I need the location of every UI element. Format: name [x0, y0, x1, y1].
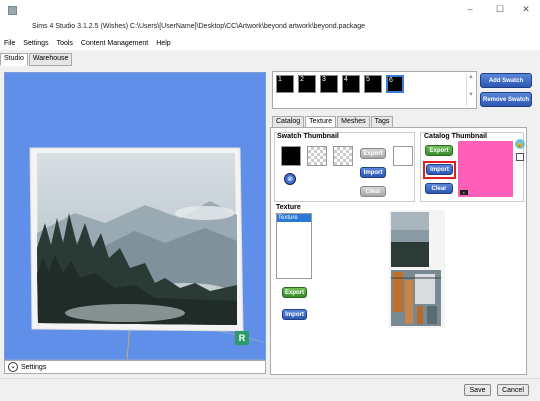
remove-color-icon[interactable]: ⊗	[284, 173, 296, 185]
menu-bar: File Settings Tools Content Management H…	[0, 36, 540, 50]
catalog-thumbnail-title: Catalog Thumbnail	[424, 133, 487, 140]
swatch-thumbnail-clear-button[interactable]: Clear	[360, 186, 386, 197]
swatch-3[interactable]: 3	[320, 75, 338, 93]
app-icon	[8, 6, 17, 15]
swatch-4[interactable]: 4	[342, 75, 360, 93]
settings-label: Settings	[21, 363, 47, 371]
swatch-thumbnail-export-button[interactable]: Export	[360, 148, 386, 159]
swatch-color-black[interactable]	[281, 146, 301, 166]
catalog-thumbnail-import-button[interactable]: Import	[426, 164, 453, 175]
swatch-thumbnail-group: Swatch Thumbnail Export Import ⊗ Clear	[274, 132, 415, 202]
swatch-color-transparent-1[interactable]	[307, 146, 327, 166]
swatch-color-transparent-2[interactable]	[333, 146, 353, 166]
menu-tools[interactable]: Tools	[53, 40, 77, 47]
texture-title: Texture	[276, 204, 301, 211]
texture-list-item[interactable]: Texture	[277, 214, 311, 222]
window-title: Sims 4 Studio 3.1.2.5 (Wishes) C:\Users\…	[32, 23, 366, 30]
title-bar: Sims 4 Studio 3.1.2.5 (Wishes) C:\Users\…	[0, 0, 540, 36]
catalog-thumbnail-export-button[interactable]: Export	[425, 145, 453, 156]
main-tabs: Studio Warehouse	[0, 53, 73, 66]
swatch-1[interactable]: 1	[276, 75, 294, 93]
menu-content-management[interactable]: Content Management	[77, 40, 152, 47]
settings-bar[interactable]: ⌄ Settings	[4, 360, 266, 374]
swatch-2[interactable]: 2	[298, 75, 316, 93]
save-button[interactable]: Save	[464, 384, 491, 396]
lock-checkbox[interactable]	[516, 153, 524, 161]
tab-studio[interactable]: Studio	[0, 53, 28, 66]
swatch-6[interactable]: 6	[386, 75, 404, 93]
swatch-thumbnail-import-button[interactable]: Import	[360, 167, 386, 178]
texture-export-button[interactable]: Export	[282, 287, 307, 298]
catalog-thumbnail-clear-button[interactable]: Clear	[425, 183, 453, 194]
texture-panel: Swatch Thumbnail Export Import ⊗ Clear C…	[270, 127, 527, 375]
swatch-thumbnail-title: Swatch Thumbnail	[277, 133, 339, 140]
remove-swatch-button[interactable]: Remove Swatch	[480, 92, 532, 107]
catalog-thumbnail-preview: ▪	[458, 141, 513, 197]
swatch-scrollbar[interactable]: ▲ ▼	[466, 74, 475, 106]
footer: Save Cancel	[0, 378, 540, 401]
painting-preview-image	[29, 147, 265, 359]
thumbnail-tag-icon: ▪	[460, 190, 468, 195]
texture-import-button[interactable]: Import	[282, 309, 307, 320]
menu-settings[interactable]: Settings	[19, 40, 52, 47]
menu-help[interactable]: Help	[152, 40, 174, 47]
add-swatch-button[interactable]: Add Swatch	[480, 73, 532, 88]
swatch-5[interactable]: 5	[364, 75, 382, 93]
orientation-badge: R	[235, 331, 249, 345]
texture-map-preview	[389, 210, 445, 328]
chevron-down-icon[interactable]: ⌄	[8, 362, 18, 372]
texture-list[interactable]: Texture	[276, 213, 312, 279]
swatch-thumbnail-preview	[393, 146, 413, 166]
menu-file[interactable]: File	[0, 40, 19, 47]
3d-preview-viewport[interactable]: R	[4, 72, 266, 360]
swatch-list[interactable]: 1 2 3 4 5 6 ▲ ▼	[272, 71, 477, 109]
tab-warehouse[interactable]: Warehouse	[28, 53, 73, 66]
cancel-button[interactable]: Cancel	[497, 384, 529, 396]
catalog-thumbnail-group: Catalog Thumbnail Export Import Clear ▪ …	[420, 132, 525, 202]
minimize-button[interactable]: –	[455, 0, 485, 18]
close-button[interactable]: ✕	[511, 0, 540, 18]
lock-icon[interactable]: 🔒	[515, 139, 525, 149]
